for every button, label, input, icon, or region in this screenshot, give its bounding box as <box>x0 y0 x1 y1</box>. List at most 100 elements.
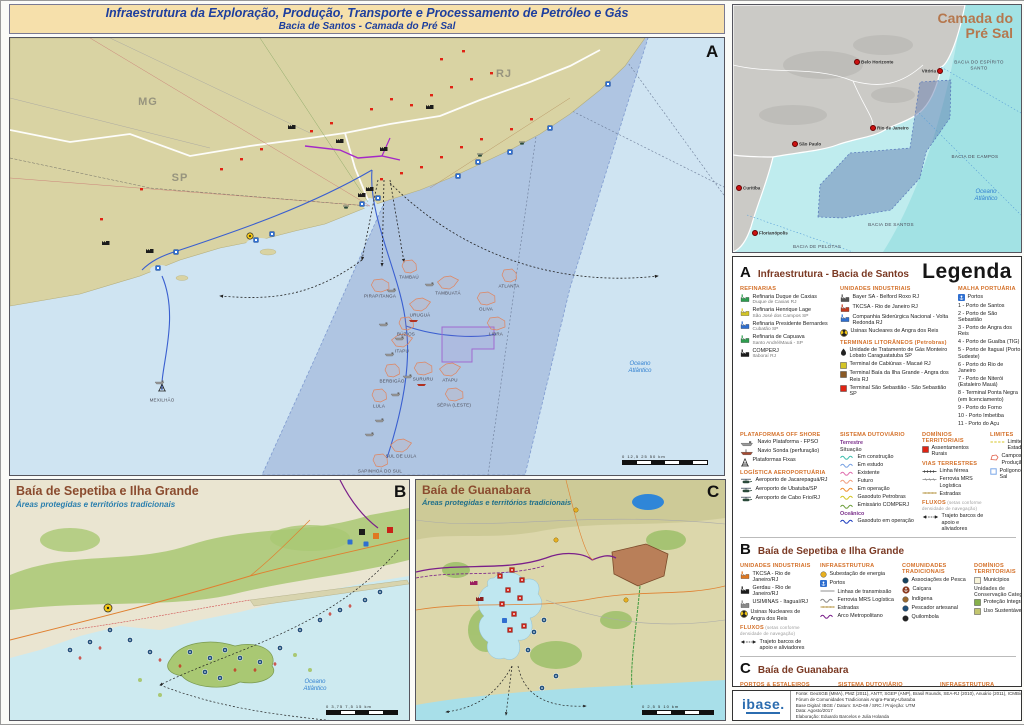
legend-item: Usinas Nucleares de Angra dos Reis <box>740 609 814 622</box>
credits-lines: Fonte: GeoSGB (MMA), PMZ (2011), ANTT, S… <box>790 691 1022 720</box>
field-outline-symbol <box>990 454 999 461</box>
legend-group-header: SISTEMA DUTOVIÁRIO <box>838 682 934 687</box>
community-icon <box>317 617 322 622</box>
settlement-mark <box>220 168 223 170</box>
settlement-mark <box>530 118 533 120</box>
legend-item-label: TKCSA - Rio de Janeiro RJ <box>853 304 918 310</box>
legend-row: REFINARIASRefinaria Duque de CaxiasDuque… <box>740 283 1016 429</box>
railway-symbol <box>922 469 937 474</box>
legend-column: UNIDADES INDUSTRIAISTKCSA - Rio de Janei… <box>740 560 814 653</box>
legend-item-label: Campos de Produção <box>1002 453 1023 466</box>
city-label: Rio de Janeiro <box>877 126 909 131</box>
legend-group-header: UNIDADES INDUSTRIAIS <box>740 563 814 569</box>
community-icon <box>202 669 207 674</box>
legend-item: Municípios <box>974 577 1022 585</box>
legend-item-label: Terminal São Sebastião - São Sebastião S… <box>850 385 953 398</box>
legend-item-label: Portos <box>968 294 984 300</box>
legend-item: Emissário COMPERJ <box>840 502 916 509</box>
tup-terminal-icon <box>508 628 513 633</box>
field-outline <box>502 269 517 282</box>
city-dot <box>736 185 742 191</box>
legend-item: 8 - Terminal Ponta Negra (em licenciamen… <box>958 390 1022 403</box>
map-a-panel: A Oceano Atlântico 0 12,5 25 50 km MGSPR… <box>9 37 725 476</box>
legend-item: Campos de Produção <box>990 453 1022 466</box>
legend-section-title: Baía de Guanabara <box>758 665 849 676</box>
port-icon <box>254 238 259 243</box>
legend-group-header: PORTOS & ESTALEIROS <box>740 682 832 687</box>
legend-column: REFINARIASRefinaria Duque de CaxiasDuque… <box>740 283 834 362</box>
legend-item: Refinaria de CapuavaSanto André/Mauá - S… <box>740 334 834 346</box>
pipeline-line-icon <box>820 597 835 603</box>
pipeline-line-icon <box>840 518 855 524</box>
legend-item-label: Plataformas Fixas <box>753 457 796 463</box>
legend-item-label: Uso Sustentável <box>984 608 1023 614</box>
community-icon <box>217 675 222 680</box>
settlement-mark <box>100 218 103 220</box>
legend-group-header: COMUNIDADES TRADICIONAIS <box>902 563 968 575</box>
settlement-mark <box>460 146 463 148</box>
legend-item-label: 6 - Porto do Rio de Janeiro <box>958 362 1022 375</box>
legend-item: 3 - Porto de Angra dos Reis <box>958 325 1022 338</box>
settlement-mark <box>410 104 413 106</box>
legend-item: Gerdau - Rio de Janeiro/RJ <box>740 585 814 598</box>
legend-item-sublabel: Duque de Caxias RJ <box>753 300 817 306</box>
legend-item-label: Polígono Pré-Sal <box>1000 468 1023 481</box>
scalebar-labels: 0 2,5 5 10 km <box>642 704 714 709</box>
community-icon <box>222 647 227 652</box>
legend-item: Refinaria Henrique LageSão José dos Camp… <box>740 307 834 319</box>
legend-item-label: Estradas <box>940 491 961 497</box>
legend-item-label: Futuro <box>858 478 874 484</box>
legend-item-label: Em construção <box>858 454 894 460</box>
legend-item: Ferrovia MRS Logística <box>820 597 896 604</box>
legend-item: Terminal Baía da Ilha Grande - Angra dos… <box>840 370 952 383</box>
port-icon <box>820 580 827 587</box>
legend-item: 9 - Porto do Forno <box>958 405 1022 411</box>
square-symbol <box>840 362 847 369</box>
circle-symbol <box>902 577 909 584</box>
legend-item-label: Indígena <box>912 596 933 602</box>
legend-item: Em construção <box>840 454 916 461</box>
port-icon <box>958 294 965 301</box>
settlement-mark <box>462 50 465 52</box>
city-dot <box>792 141 798 147</box>
legend-item-label: Gasoduto Petrobras <box>858 494 906 500</box>
settlement-mark <box>400 172 403 174</box>
legend-column: COMUNIDADES TRADICIONAIS Associações de P… <box>902 560 968 623</box>
refinery-icon <box>740 321 750 329</box>
ibase-logo-text: ibase. <box>742 697 785 711</box>
square-symbol <box>922 446 929 453</box>
fpso-ship-icon <box>740 440 755 447</box>
refinery-icon <box>740 600 750 608</box>
legend-item: Caiçara <box>902 586 968 595</box>
legend-item-label: Limites Estaduais <box>1008 439 1023 452</box>
settlement-mark <box>140 188 143 190</box>
port-icon <box>364 542 369 547</box>
field-outline <box>399 317 414 330</box>
refinery-icon <box>740 586 750 594</box>
legend-item-label: Existente <box>858 470 880 476</box>
road-symbol <box>922 491 937 495</box>
settlement-mark <box>440 58 443 60</box>
legend-item-label: Unidade de Tratamento de Gás Monteiro Lo… <box>850 347 953 360</box>
legend-item-label: Associações de Pesca <box>912 577 966 583</box>
legend-item: COMPERJItaboraí RJ <box>740 348 834 360</box>
pipeline-line-icon <box>840 478 855 484</box>
map-c-letter: C <box>707 482 719 502</box>
tup-terminal-icon <box>518 596 523 601</box>
legend-item-sublabel: Itaboraí RJ <box>753 354 779 360</box>
legend-item: 5 - Porto de Itaguaí (Porto Sudeste) <box>958 347 1022 360</box>
settlement-mark <box>450 86 453 88</box>
legend-item: Refinaria Presidente BernardesCubatão SP <box>740 321 834 333</box>
mini-map-title: Camada do Pré Sal <box>917 11 1013 42</box>
legend-item: Assentamentos Rurais <box>922 445 984 458</box>
pipeline-line-icon <box>840 486 855 492</box>
nuclear-icon <box>740 610 748 618</box>
drillship-icon <box>417 384 426 386</box>
field-outline <box>372 389 387 402</box>
pipeline-line-icon <box>840 454 855 460</box>
map-b-canvas <box>10 480 409 720</box>
legend-subheader-2: Unidades de Conservação Categoria <box>974 586 1022 598</box>
community-icon <box>539 685 544 690</box>
city-label: São Paulo <box>799 142 821 147</box>
legend-item-label: Proteção Integral <box>984 599 1023 605</box>
